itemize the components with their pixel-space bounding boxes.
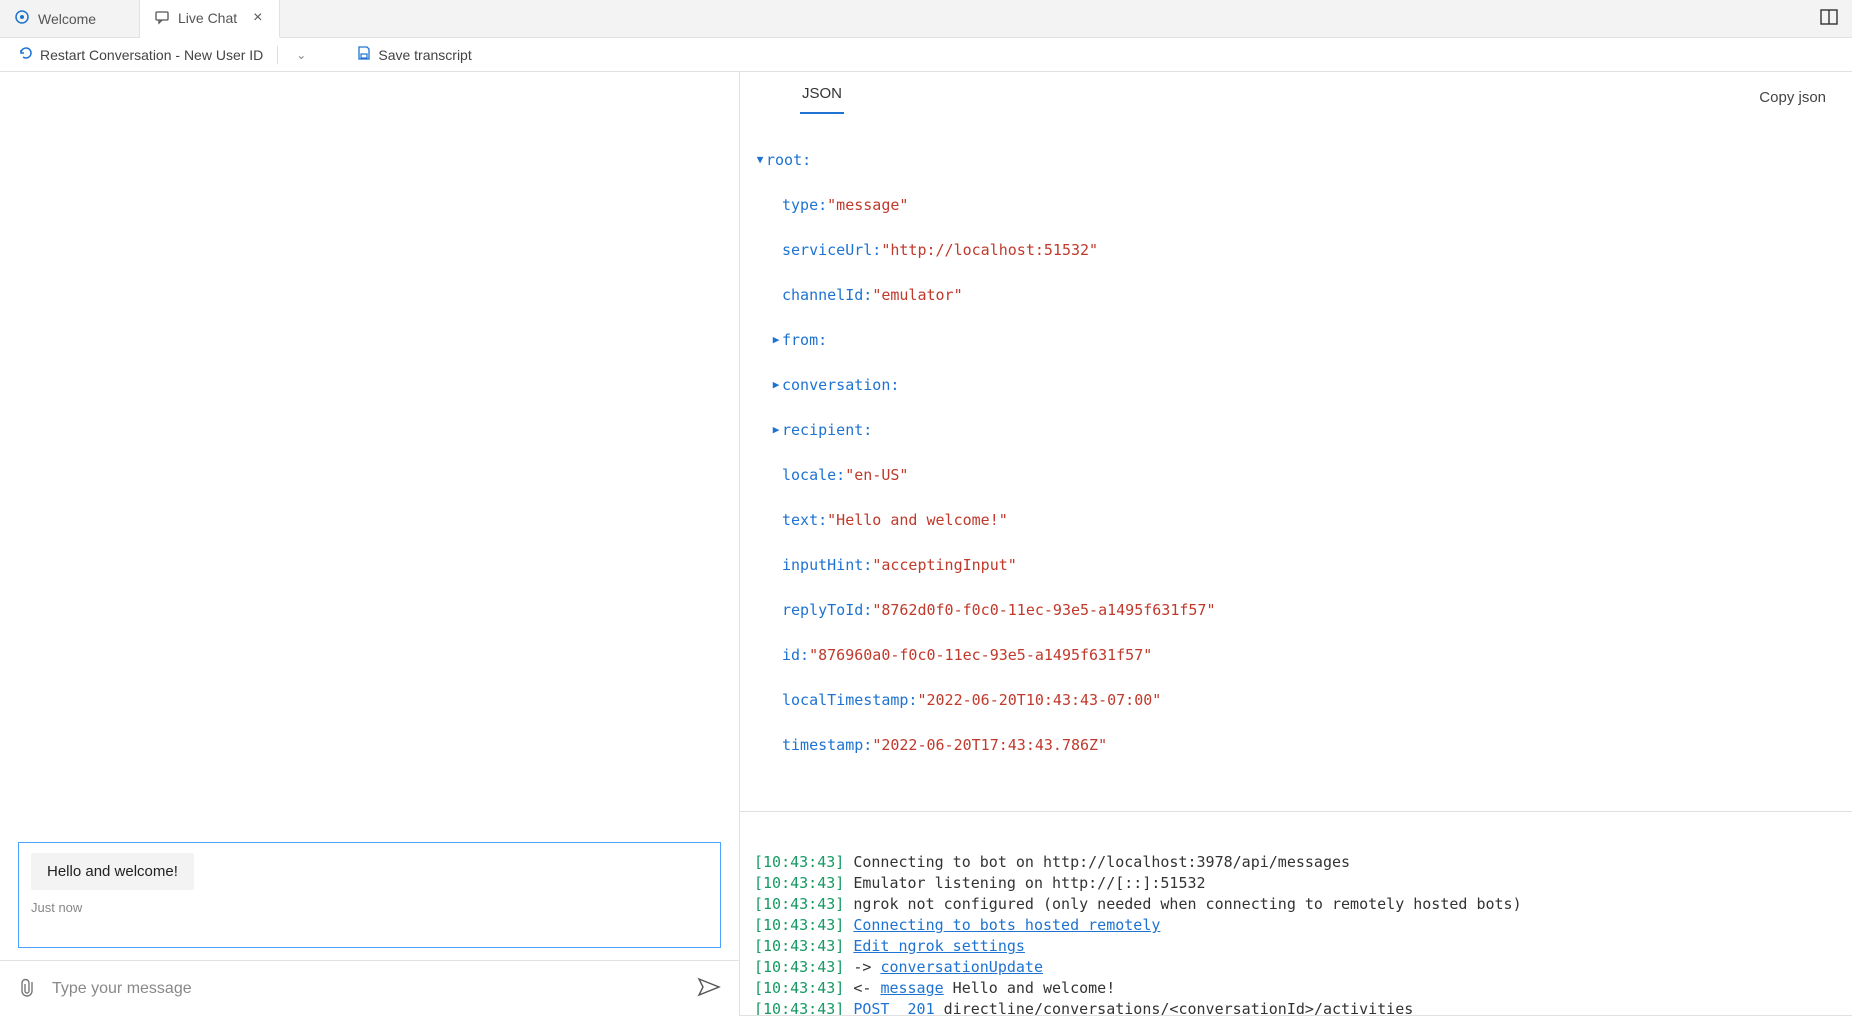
log-timestamp: [10:43:43] [754, 1000, 844, 1016]
log-link[interactable]: Connecting to bots hosted remotely [853, 916, 1160, 934]
composer [0, 960, 739, 1016]
tab-label: Live Chat [178, 10, 237, 26]
save-label: Save transcript [378, 47, 471, 63]
log-timestamp: [10:43:43] [754, 979, 844, 997]
tree-toggle-icon[interactable]: ▶ [770, 377, 782, 394]
log-timestamp: [10:43:43] [754, 937, 844, 955]
welcome-icon [14, 9, 30, 28]
log-line: [10:43:43] Edit ngrok settings [754, 936, 1838, 957]
log-link[interactable]: message [880, 979, 943, 997]
json-key: timestamp: [782, 734, 872, 757]
attach-icon[interactable] [18, 976, 38, 1001]
json-value: "en-US" [845, 464, 908, 487]
chat-icon [154, 9, 170, 28]
json-value: "http://localhost:51532" [881, 239, 1098, 262]
chat-transcript[interactable]: Hello and welcome! Just now [0, 72, 739, 960]
json-value: "8762d0f0-f0c0-11ec-93e5-a1495f631f57" [872, 599, 1215, 622]
separator [277, 46, 278, 64]
json-key: type: [782, 194, 827, 217]
log-link[interactable]: 201 [908, 1000, 935, 1016]
tab-live-chat[interactable]: Live Chat × [140, 0, 280, 38]
copy-json-button[interactable]: Copy json [1759, 89, 1826, 106]
inspector-tab-json[interactable]: JSON [800, 81, 844, 114]
log-timestamp: [10:43:43] [754, 874, 844, 892]
json-value: "Hello and welcome!" [827, 509, 1008, 532]
log-link[interactable]: POST [853, 1000, 889, 1016]
message-input[interactable] [52, 980, 683, 998]
save-icon [356, 45, 372, 64]
tab-label: Welcome [38, 11, 96, 27]
save-transcript-button[interactable]: Save transcript [356, 45, 471, 64]
log-line: [10:43:43] POST 201 directline/conversat… [754, 999, 1838, 1016]
log-link[interactable]: Edit ngrok settings [853, 937, 1025, 955]
json-key: recipient: [782, 419, 872, 442]
json-key: id: [782, 644, 809, 667]
tree-toggle-icon[interactable]: ▶ [770, 332, 782, 349]
titlebar-right [1806, 0, 1852, 37]
log-line: [10:43:43] Connecting to bots hosted rem… [754, 915, 1838, 936]
selected-message[interactable]: Hello and welcome! Just now [18, 842, 721, 948]
json-key: text: [782, 509, 827, 532]
json-key: conversation: [782, 374, 899, 397]
log-timestamp: [10:43:43] [754, 853, 844, 871]
log-line: [10:43:43] -> conversationUpdate [754, 957, 1838, 978]
send-icon[interactable] [697, 977, 721, 1000]
restart-label: Restart Conversation - New User ID [40, 47, 263, 63]
tab-welcome[interactable]: Welcome [0, 0, 140, 37]
json-value: "message" [827, 194, 908, 217]
message-text: Hello and welcome! [47, 863, 178, 880]
restart-icon [18, 45, 34, 64]
json-key: root: [766, 149, 811, 172]
log-link[interactable]: conversationUpdate [880, 958, 1043, 976]
inspector-panel: JSON Copy json ▼ root: type: "message" s… [740, 72, 1852, 1016]
tree-toggle-icon[interactable]: ▶ [770, 422, 782, 439]
json-key: locale: [782, 464, 845, 487]
log-line: [10:43:43] ngrok not configured (only ne… [754, 894, 1838, 915]
log-line: [10:43:43] Emulator listening on http://… [754, 873, 1838, 894]
json-value: "2022-06-20T10:43:43-07:00" [917, 689, 1161, 712]
inspector-header: JSON Copy json [740, 72, 1852, 116]
split-view-icon[interactable] [1820, 8, 1838, 29]
json-key: serviceUrl: [782, 239, 881, 262]
log-panel[interactable]: [10:43:43] Connecting to bot on http://l… [740, 812, 1852, 1016]
json-key: channelId: [782, 284, 872, 307]
json-value: "acceptingInput" [872, 554, 1017, 577]
json-key: localTimestamp: [782, 689, 917, 712]
restart-dropdown-chevron-icon[interactable]: ⌄ [292, 48, 310, 62]
json-value: "876960a0-f0c0-11ec-93e5-a1495f631f57" [809, 644, 1152, 667]
message-timestamp: Just now [31, 900, 708, 915]
json-value: "emulator" [872, 284, 962, 307]
tree-toggle-icon[interactable]: ▼ [754, 152, 766, 169]
close-icon[interactable]: × [253, 9, 262, 27]
log-timestamp: [10:43:43] [754, 916, 844, 934]
log-timestamp: [10:43:43] [754, 958, 844, 976]
tab-bar: Welcome Live Chat × [0, 0, 1852, 38]
log-timestamp: [10:43:43] [754, 895, 844, 913]
json-key: replyToId: [782, 599, 872, 622]
toolbar: Restart Conversation - New User ID ⌄ Sav… [0, 38, 1852, 72]
json-tree[interactable]: ▼ root: type: "message" serviceUrl: "htt… [740, 116, 1852, 812]
json-value: "2022-06-20T17:43:43.786Z" [872, 734, 1107, 757]
restart-conversation-button[interactable]: Restart Conversation - New User ID [18, 45, 263, 64]
main-area: Hello and welcome! Just now JSON Copy js… [0, 72, 1852, 1016]
message-bubble[interactable]: Hello and welcome! [31, 853, 194, 890]
json-key: from: [782, 329, 827, 352]
json-key: inputHint: [782, 554, 872, 577]
log-line: [10:43:43] <- message Hello and welcome! [754, 978, 1838, 999]
chat-panel: Hello and welcome! Just now [0, 72, 740, 1016]
log-line: [10:43:43] Connecting to bot on http://l… [754, 852, 1838, 873]
